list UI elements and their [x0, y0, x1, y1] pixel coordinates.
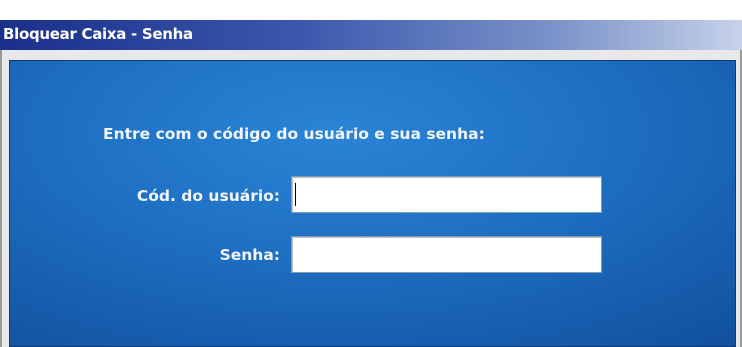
user-code-label: Cód. do usuário: [136, 187, 280, 205]
instruction-text: Entre com o código do usuário e sua senh… [103, 125, 485, 143]
user-code-input[interactable] [291, 176, 602, 213]
password-label: Senha: [219, 246, 280, 264]
login-panel: Entre com o código do usuário e sua senh… [9, 60, 736, 347]
text-cursor [295, 183, 296, 206]
dialog-frame: Entre com o código do usuário e sua senh… [0, 50, 742, 347]
lock-register-dialog: Bloquear Caixa - Senha Entre com o códig… [0, 0, 742, 347]
window-title: Bloquear Caixa - Senha [3, 25, 193, 43]
password-input[interactable] [291, 236, 602, 273]
title-bar[interactable]: Bloquear Caixa - Senha [0, 20, 742, 50]
